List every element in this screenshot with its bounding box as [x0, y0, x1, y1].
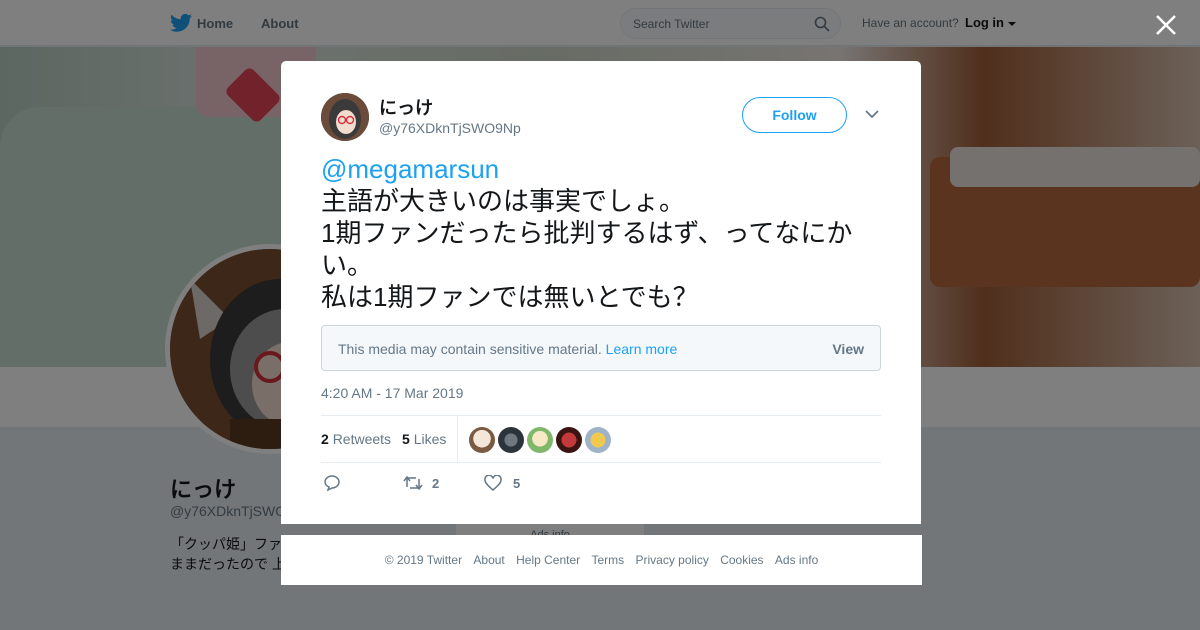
tweet-modal: にっけ @y76XDknTjSWO9Np Follow @megamarsun 主… [281, 61, 921, 524]
retweet-action-count: 2 [432, 476, 440, 491]
retweets-stat[interactable]: 2 Retweets [321, 431, 391, 447]
liker-avatar[interactable] [527, 427, 553, 453]
author-avatar-art [321, 93, 369, 141]
like-label: Likes [413, 431, 447, 447]
author-avatar[interactable] [321, 93, 369, 141]
tweet-actions: 2 5 [321, 473, 881, 497]
reply-icon [324, 475, 340, 491]
liker-avatar[interactable] [585, 427, 611, 453]
retweet-label: Retweets [332, 431, 392, 447]
author-handle[interactable]: @y76XDknTjSWO9Np [379, 120, 521, 136]
tweet-stats: 2 Retweets 5 Likes [321, 415, 881, 463]
like-count: 5 [402, 431, 410, 447]
footer-ads-info-link[interactable]: Ads info [775, 553, 818, 567]
liker-avatar[interactable] [498, 427, 524, 453]
tweet-text: @megamarsun 主語が大きいのは事実でしょ。 1期ファンだったら批判するは… [321, 153, 881, 313]
footer: © 2019 Twitter About Help Center Terms P… [281, 535, 922, 585]
like-action-count: 5 [513, 476, 521, 491]
footer-links: © 2019 Twitter About Help Center Terms P… [281, 553, 922, 567]
view-media-button[interactable]: View [832, 341, 864, 357]
footer-privacy-link[interactable]: Privacy policy [636, 553, 709, 567]
footer-about-link[interactable]: About [473, 553, 504, 567]
tweet-body: 主語が大きいのは事実でしょ。 1期ファンだったら批判するはず、ってなにかい。 私… [321, 186, 853, 312]
retweet-count: 2 [321, 431, 329, 447]
footer-help-center-link[interactable]: Help Center [516, 553, 580, 567]
tweet-timestamp[interactable]: 4:20 AM - 17 Mar 2019 [321, 385, 463, 401]
retweet-icon [403, 475, 423, 491]
mention-link[interactable]: @megamarsun [321, 153, 881, 185]
footer-cookies-link[interactable]: Cookies [720, 553, 763, 567]
sensitive-media-notice: This media may contain sensitive materia… [321, 325, 881, 371]
close-icon[interactable] [1154, 13, 1178, 37]
sensitive-message: This media may contain sensitive materia… [338, 341, 602, 357]
heart-icon [484, 475, 502, 491]
footer-terms-link[interactable]: Terms [591, 553, 624, 567]
chevron-down-icon[interactable] [865, 109, 879, 119]
likes-stat[interactable]: 5 Likes [402, 431, 446, 447]
liker-avatar[interactable] [556, 427, 582, 453]
liker-avatar[interactable] [469, 427, 495, 453]
sensitive-message-row: This media may contain sensitive materia… [338, 341, 677, 357]
stats-divider [457, 416, 458, 462]
footer-copyright: © 2019 Twitter [384, 553, 463, 567]
learn-more-link[interactable]: Learn more [606, 341, 678, 357]
follow-button[interactable]: Follow [742, 97, 847, 133]
author-name[interactable]: にっけ [379, 94, 433, 120]
